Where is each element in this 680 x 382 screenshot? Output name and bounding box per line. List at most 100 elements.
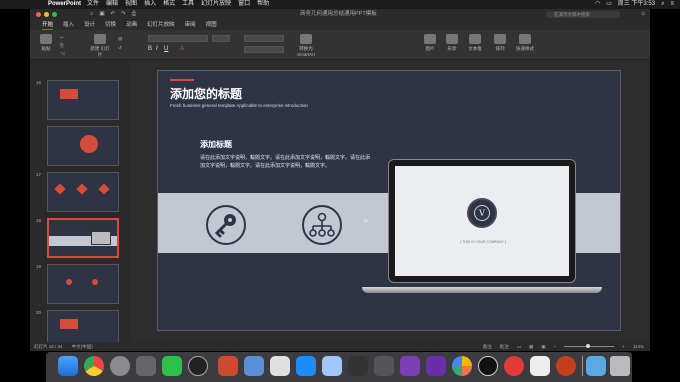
thumb-laptop <box>91 231 111 245</box>
tab-slideshow[interactable]: 幻灯片放映 <box>147 20 175 30</box>
slide-thumbnail-19[interactable] <box>47 264 119 304</box>
shapes-button[interactable]: 形状 <box>444 34 460 56</box>
app-icon[interactable] <box>426 356 446 376</box>
network-icon[interactable] <box>302 205 342 245</box>
clock-app-icon[interactable] <box>188 356 208 376</box>
italic-button[interactable]: I <box>156 46 158 52</box>
font-color-button[interactable]: A <box>180 46 184 52</box>
slide-thumbnail-17[interactable] <box>47 172 119 212</box>
redo-icon[interactable]: ↷ <box>121 9 126 20</box>
account-icon[interactable]: ☺ <box>640 9 646 20</box>
minimize-window-button[interactable] <box>44 12 49 17</box>
app-icon[interactable] <box>322 356 342 376</box>
sorter-view-icon[interactable]: ▦ <box>529 342 533 351</box>
reading-view-icon[interactable]: ▣ <box>541 342 545 351</box>
comments-button[interactable]: 批注 <box>500 342 509 351</box>
tab-review[interactable]: 审阅 <box>185 20 196 30</box>
tab-view[interactable]: 视图 <box>206 20 217 30</box>
textbox-button[interactable]: 文本框 <box>466 34 484 56</box>
menu-clock[interactable]: 周三 下午3:53 <box>618 0 655 9</box>
menu-app-name[interactable]: PowerPoint <box>48 0 81 9</box>
tab-animations[interactable]: 动画 <box>126 20 137 30</box>
zoom-slider[interactable] <box>564 344 615 348</box>
key-icon[interactable] <box>206 205 246 245</box>
tab-home[interactable]: 开始 <box>42 20 54 30</box>
layout-icon[interactable]: ▤ <box>118 36 122 42</box>
menu-view[interactable]: 视图 <box>125 0 137 9</box>
app-icon[interactable] <box>400 356 420 376</box>
quick-styles-button[interactable]: 快速样式 <box>514 34 536 56</box>
slide-title[interactable]: 添加您的标题 <box>170 85 242 102</box>
battery-icon[interactable]: ▭ <box>606 0 612 9</box>
slide-subtitle[interactable]: Fresh business general template Applicab… <box>170 103 308 108</box>
paste-button[interactable]: 粘贴 <box>38 34 54 56</box>
app-icon[interactable] <box>374 356 394 376</box>
arrange-button[interactable]: 排列 <box>492 34 508 56</box>
home-icon[interactable]: ⌂ <box>90 9 93 20</box>
settings-icon[interactable] <box>136 356 156 376</box>
section-heading[interactable]: 添加标题 <box>200 139 232 150</box>
bullets-group[interactable] <box>244 35 284 42</box>
notes-button[interactable]: 备注 <box>483 342 492 351</box>
close-window-button[interactable] <box>36 12 41 17</box>
document-icon[interactable] <box>530 356 550 376</box>
menu-edit[interactable]: 编辑 <box>106 0 118 9</box>
zoom-in-icon[interactable]: + <box>622 342 625 351</box>
normal-view-icon[interactable]: ▭ <box>517 342 521 351</box>
menu-format[interactable]: 格式 <box>163 0 175 9</box>
convert-smartart-button[interactable]: 转换为 SmartArt <box>292 34 320 57</box>
slide-thumbnail-16[interactable] <box>47 80 119 120</box>
spotlight-icon[interactable]: ⌕ <box>661 0 664 9</box>
qq-icon[interactable] <box>478 356 498 376</box>
tab-insert[interactable]: 插入 <box>63 20 74 30</box>
menu-insert[interactable]: 插入 <box>144 0 156 9</box>
alignment-group[interactable] <box>244 46 284 53</box>
finder-icon[interactable] <box>58 356 78 376</box>
launchpad-icon[interactable] <box>110 356 130 376</box>
picture-button[interactable]: 图片 <box>422 34 438 56</box>
menu-tools[interactable]: 工具 <box>182 0 194 9</box>
app-icon[interactable] <box>270 356 290 376</box>
section-body-text[interactable]: 请在此添加文字说明，輸閱文字。请在此添加文字说明，輸閱文字。请在此添加文字说明，… <box>200 154 370 170</box>
wifi-icon[interactable]: ◠ <box>595 0 600 9</box>
menu-slideshow[interactable]: 幻灯片放映 <box>201 0 231 9</box>
slide-thumbnail-18[interactable] <box>47 218 119 258</box>
menu-window[interactable]: 窗口 <box>238 0 250 9</box>
trash-icon[interactable] <box>610 356 630 376</box>
app-icon[interactable] <box>504 356 524 376</box>
chrome-icon[interactable] <box>84 356 104 376</box>
zoom-out-icon[interactable]: − <box>554 342 557 351</box>
language-indicator[interactable]: 中文(中国) <box>72 344 93 349</box>
font-size-select[interactable] <box>212 35 230 42</box>
new-slide-button[interactable]: 新建 幻灯片 <box>90 34 110 57</box>
downloads-folder-icon[interactable] <box>586 356 606 376</box>
save-icon[interactable]: ▣ <box>99 9 104 20</box>
terminal-icon[interactable] <box>348 356 368 376</box>
tab-design[interactable]: 设计 <box>84 20 95 30</box>
app-icon[interactable] <box>218 356 238 376</box>
menu-list-icon[interactable]: ≡ <box>670 0 674 9</box>
underline-button[interactable]: U <box>164 46 168 52</box>
reset-icon[interactable]: ↺ <box>118 45 122 51</box>
zoom-window-button[interactable] <box>52 12 57 17</box>
cut-icon[interactable]: ✂ <box>60 35 64 41</box>
format-painter-icon[interactable]: ⌥ <box>60 51 65 57</box>
undo-icon[interactable]: ↶ <box>111 9 116 20</box>
search-input[interactable]: 在演示文稿中搜索 <box>546 11 620 18</box>
print-icon[interactable]: ⎙ <box>132 9 136 20</box>
current-slide[interactable]: 添加您的标题 Fresh business general template A… <box>157 70 621 331</box>
powerpoint-icon[interactable] <box>556 356 576 376</box>
appstore-icon[interactable] <box>296 356 316 376</box>
app-icon[interactable] <box>452 356 472 376</box>
copy-icon[interactable]: ⎘ <box>60 43 64 48</box>
bold-button[interactable]: B <box>148 46 152 52</box>
menu-help[interactable]: 帮助 <box>257 0 269 9</box>
laptop-mockup-image[interactable]: V [ THIS IS YOUR COMPANY ] <box>362 159 602 299</box>
tab-transitions[interactable]: 切换 <box>105 20 116 30</box>
wechat-icon[interactable] <box>162 356 182 376</box>
font-family-select[interactable] <box>148 35 208 42</box>
slide-thumbnail[interactable] <box>47 126 119 166</box>
zoom-level[interactable]: 114% <box>633 342 644 351</box>
menu-file[interactable]: 文件 <box>87 0 99 9</box>
app-icon[interactable] <box>244 356 264 376</box>
